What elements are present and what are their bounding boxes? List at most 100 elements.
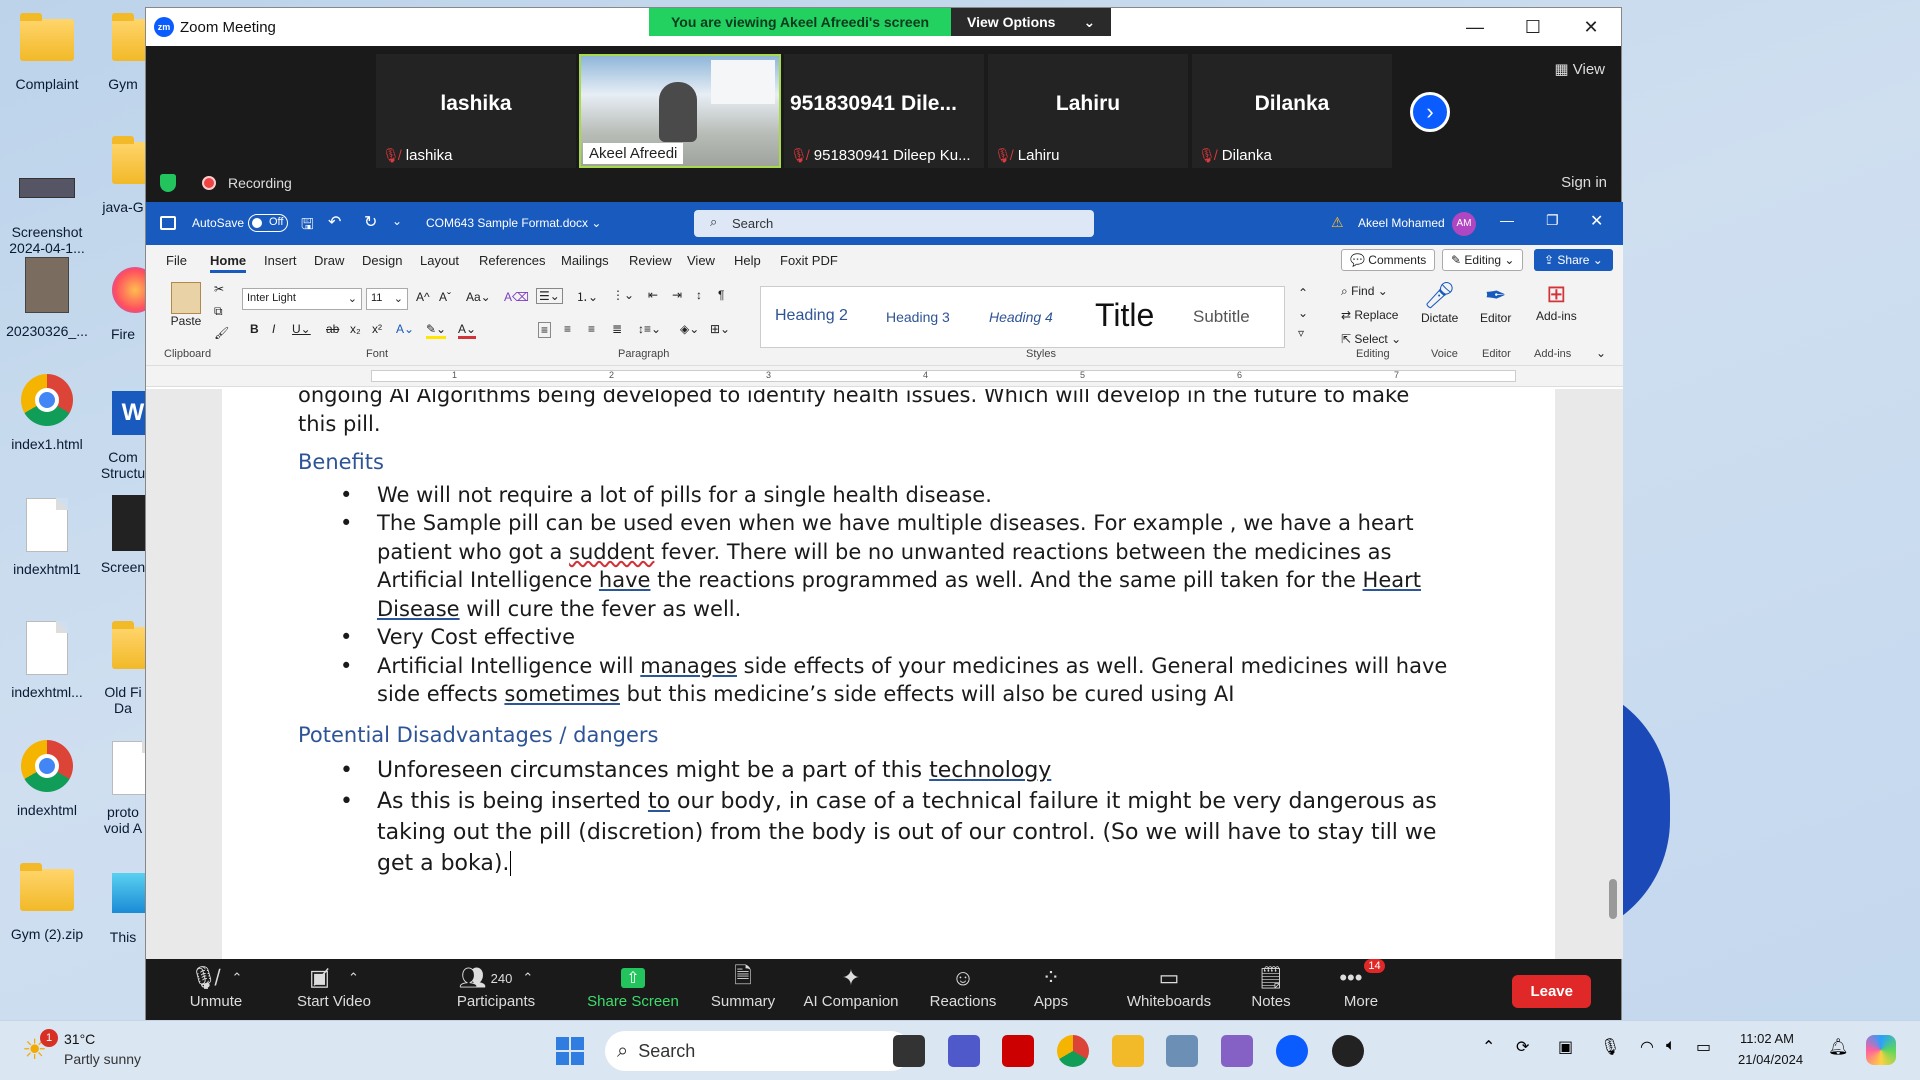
style-heading-2[interactable]: Heading 2 bbox=[775, 307, 848, 325]
desktop-icon-proto[interactable]: proto void A bbox=[98, 740, 148, 836]
desktop-icon-indexhtml1[interactable]: indexhtml1 bbox=[0, 497, 97, 577]
file-explorer-icon[interactable] bbox=[1112, 1035, 1144, 1067]
align-left-button[interactable]: ≡ bbox=[538, 322, 552, 338]
align-center-button[interactable]: ≡ bbox=[564, 322, 571, 336]
find-button[interactable]: ⌕ Find ⌄ bbox=[1341, 284, 1388, 299]
desktop-icon-complaint[interactable]: Complaint bbox=[0, 12, 97, 92]
start-button[interactable] bbox=[556, 1037, 584, 1065]
desktop-icon-indexhtml[interactable]: indexhtml bbox=[0, 738, 97, 818]
participants-button[interactable]: 👥︎ 240 ⌃ Participants bbox=[436, 963, 556, 1010]
tab-mailings[interactable]: Mailings bbox=[561, 253, 609, 268]
unmute-button[interactable]: 🎙︎̸ ⌃ Unmute bbox=[166, 963, 266, 1010]
user-avatar[interactable]: AM bbox=[1452, 212, 1476, 236]
copy-icon[interactable]: ⧉ bbox=[214, 304, 223, 319]
grammar-suggestion[interactable]: technology bbox=[929, 758, 1051, 783]
highlight-icon[interactable]: ✎⌄ bbox=[426, 322, 447, 339]
italic-button[interactable]: I bbox=[272, 322, 275, 336]
select-button[interactable]: ⇱ Select ⌄ bbox=[1341, 332, 1401, 346]
grow-font-icon[interactable]: A^ bbox=[416, 290, 430, 304]
battery-icon[interactable]: ▭ bbox=[1696, 1037, 1711, 1057]
microphone-tray-icon[interactable]: 🎙︎ bbox=[1600, 1037, 1620, 1057]
share-button[interactable]: ⇪ Share ⌄ bbox=[1534, 249, 1613, 271]
clear-format-icon[interactable]: A⌫ bbox=[504, 290, 529, 304]
superscript-button[interactable]: x² bbox=[372, 322, 382, 336]
decrease-indent-icon[interactable]: ⇤ bbox=[648, 288, 658, 302]
bullets-button[interactable]: ☰⌄ bbox=[536, 288, 563, 304]
chrome-icon[interactable] bbox=[1057, 1035, 1089, 1067]
start-video-button[interactable]: ▣̸ ⌃ Start Video bbox=[274, 963, 394, 1010]
share-screen-button[interactable]: ⇧ Share Screen bbox=[578, 963, 688, 1010]
tab-design[interactable]: Design bbox=[362, 253, 402, 268]
notification-bell-icon[interactable]: 🔔︎ bbox=[1828, 1037, 1848, 1057]
tab-home[interactable]: Home bbox=[210, 253, 247, 273]
strikethrough-button[interactable]: ab bbox=[326, 322, 339, 336]
participant-tile[interactable]: 951830941 Dile... 🎙︎̸ 951830941 Dileep Ku… bbox=[784, 54, 984, 168]
ai-companion-button[interactable]: ✦ AI Companion bbox=[796, 963, 906, 1010]
desktop-icon-java[interactable]: java-G bbox=[98, 135, 148, 215]
font-name-select[interactable]: Inter Light ⌄ bbox=[242, 288, 362, 310]
format-painter-icon[interactable]: 🖌 bbox=[214, 326, 229, 340]
numbering-button[interactable]: ⒈⌄ bbox=[576, 288, 598, 305]
view-options-button[interactable]: View Options ⌄ bbox=[951, 8, 1112, 36]
styles-scroll-up-icon[interactable]: ⌃ bbox=[1298, 286, 1308, 300]
subscript-button[interactable]: x₂ bbox=[350, 322, 361, 336]
reactions-button[interactable]: ☺ Reactions bbox=[918, 963, 1008, 1010]
desktop-icon-indexhtml-dots[interactable]: indexhtml... bbox=[0, 620, 97, 700]
participant-tile[interactable]: Dilanka 🎙︎̸ Dilanka bbox=[1192, 54, 1392, 168]
apps-button[interactable]: ⁘ Apps bbox=[1016, 963, 1086, 1010]
dictate-button[interactable]: 🎤︎ Dictate bbox=[1421, 280, 1458, 325]
maximize-button[interactable]: ☐ bbox=[1504, 8, 1562, 46]
desktop-icon-this-pc[interactable]: This bbox=[98, 865, 148, 945]
tab-file[interactable]: File bbox=[166, 253, 187, 268]
grammar-suggestion[interactable]: manages bbox=[640, 654, 737, 678]
customize-qat-icon[interactable]: ⌄ bbox=[392, 214, 402, 228]
desktop-icon-screen[interactable]: Screen bbox=[98, 495, 148, 575]
word-restore-button[interactable]: ❐ bbox=[1546, 212, 1559, 229]
wifi-icon[interactable]: ◠ bbox=[1640, 1037, 1654, 1057]
underline-button[interactable]: U⌄ bbox=[292, 322, 311, 336]
close-button[interactable]: ✕ bbox=[1562, 8, 1620, 46]
style-subtitle[interactable]: Subtitle bbox=[1193, 307, 1250, 327]
taskbar-search[interactable]: ⌕ Search bbox=[605, 1031, 911, 1071]
pilcrow-icon[interactable]: ¶ bbox=[718, 288, 724, 302]
show-hidden-icons[interactable]: ⌃ bbox=[1482, 1037, 1495, 1057]
tab-layout[interactable]: Layout bbox=[420, 253, 459, 268]
mcafee-icon[interactable] bbox=[1002, 1035, 1034, 1067]
increase-indent-icon[interactable]: ⇥ bbox=[672, 288, 682, 302]
text-effects-icon[interactable]: A⌄ bbox=[396, 322, 414, 336]
view-button[interactable]: ▦ View bbox=[1554, 60, 1605, 78]
tab-references[interactable]: References bbox=[479, 253, 545, 268]
leave-button[interactable]: Leave bbox=[1512, 975, 1591, 1008]
more-button[interactable]: ••• 14 More bbox=[1326, 959, 1396, 1010]
desktop-icon-gym[interactable]: Gym bbox=[98, 12, 148, 92]
desktop-icon-index1[interactable]: index1.html bbox=[0, 372, 97, 452]
font-size-select[interactable]: 11 ⌄ bbox=[366, 288, 408, 310]
clock-time[interactable]: 11:02 AM bbox=[1740, 1031, 1794, 1046]
save-icon[interactable]: 🖫 bbox=[301, 214, 314, 239]
bold-button[interactable]: B bbox=[250, 322, 259, 336]
document-page[interactable]: ongoing AI Algorithms being developed to… bbox=[222, 389, 1555, 959]
participant-tile[interactable]: lashika 🎙︎̸ lashika bbox=[376, 54, 576, 168]
replace-button[interactable]: ⇄ Replace bbox=[1341, 308, 1398, 322]
shading-icon[interactable]: ◈⌄ bbox=[680, 322, 699, 336]
sync-icon[interactable]: ⟳ bbox=[1516, 1037, 1529, 1057]
editor-button[interactable]: ✒ Editor bbox=[1480, 280, 1511, 325]
tab-help[interactable]: Help bbox=[734, 253, 761, 268]
collapse-ribbon-icon[interactable]: ⌄ bbox=[1596, 346, 1606, 360]
grammar-suggestion[interactable]: sometimes bbox=[504, 682, 620, 706]
tab-insert[interactable]: Insert bbox=[264, 253, 297, 268]
tab-draw[interactable]: Draw bbox=[314, 253, 344, 268]
document-filename[interactable]: COM643 Sample Format.docx ⌄ bbox=[426, 216, 601, 230]
participant-tile[interactable]: Lahiru 🎙︎̸ Lahiru bbox=[988, 54, 1188, 168]
volume-icon[interactable]: 🔈︎ bbox=[1666, 1037, 1676, 1055]
paste-button[interactable]: Paste bbox=[166, 282, 206, 328]
styles-scroll-down-icon[interactable]: ⌄ bbox=[1298, 306, 1308, 320]
grammar-suggestion[interactable]: have bbox=[599, 568, 651, 592]
vertical-scrollbar-thumb[interactable] bbox=[1609, 879, 1617, 919]
undo-icon[interactable]: ↶ bbox=[328, 212, 341, 232]
desktop-icon-firefox[interactable]: Fire bbox=[98, 262, 148, 342]
grammar-suggestion[interactable]: to bbox=[648, 789, 670, 814]
cut-icon[interactable]: ✂ bbox=[214, 282, 224, 296]
font-color-icon[interactable]: A⌄ bbox=[458, 322, 477, 339]
word-close-button[interactable]: ✕ bbox=[1590, 211, 1603, 231]
